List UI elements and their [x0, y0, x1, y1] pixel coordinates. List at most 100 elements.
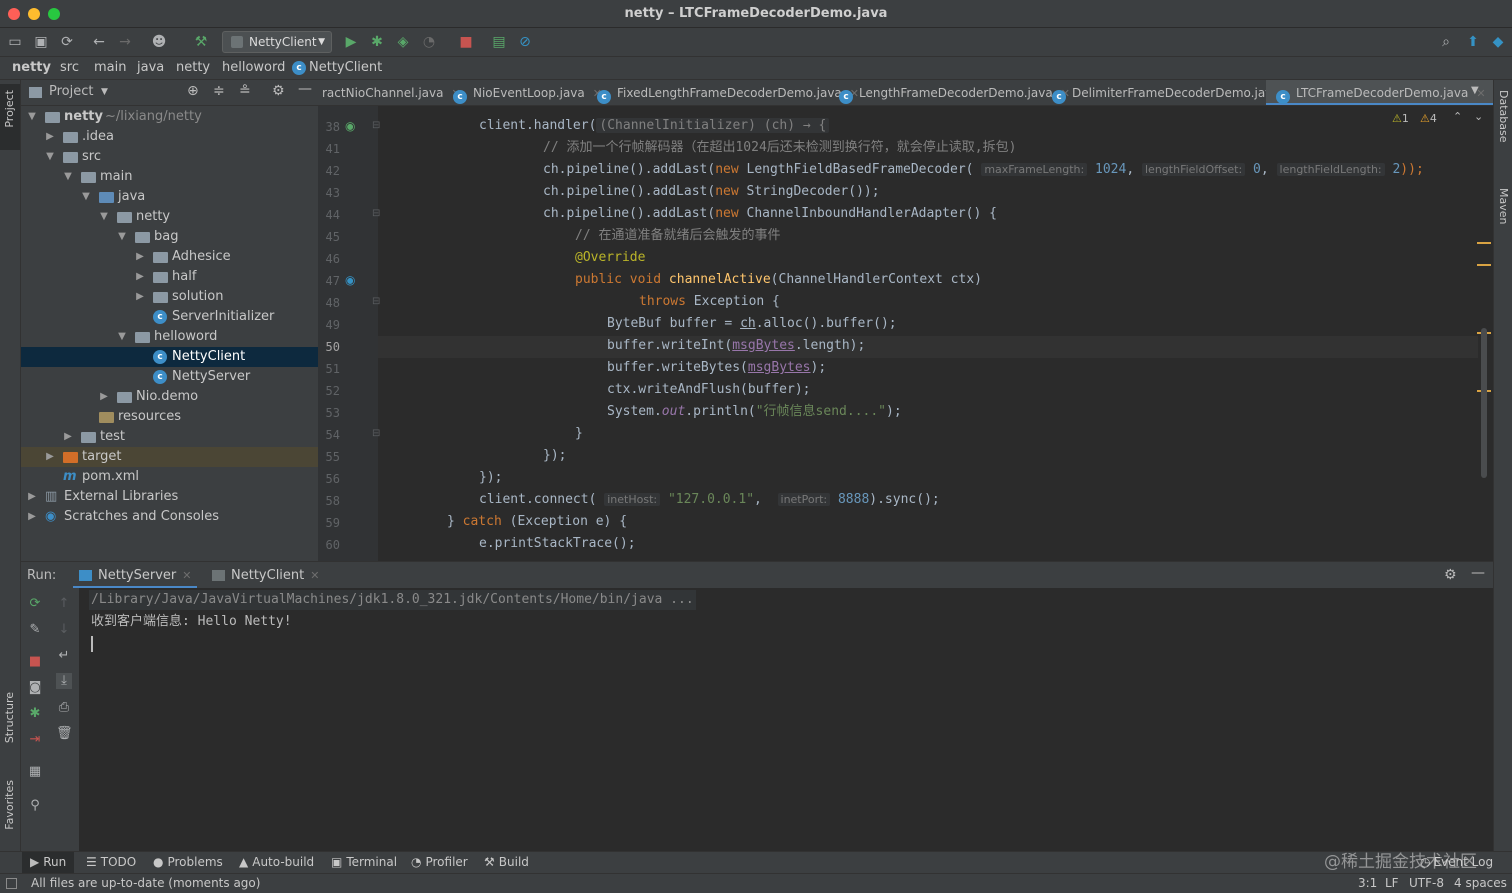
- tree-item-idea[interactable]: ▶ .idea: [21, 127, 318, 147]
- open-folder-icon[interactable]: ▭: [6, 33, 24, 51]
- tree-item-netty-package[interactable]: ▼ netty: [21, 207, 318, 227]
- run-tab-nettyserver[interactable]: NettyServer ✕: [73, 562, 198, 589]
- fold-icon[interactable]: ⊟: [372, 296, 380, 307]
- tree-item-adhesice[interactable]: ▶ Adhesice: [21, 247, 318, 267]
- profile-icon[interactable]: ◔: [420, 33, 438, 51]
- sync-icon[interactable]: ⟳: [58, 33, 76, 51]
- tool-terminal[interactable]: ▣ Terminal: [331, 852, 397, 873]
- fold-icon[interactable]: ⊟: [372, 208, 380, 219]
- chevron-down-icon[interactable]: ⌄: [1474, 110, 1483, 123]
- console-command-line[interactable]: /Library/Java/JavaVirtualMachines/jdk1.8…: [89, 590, 696, 610]
- console-output[interactable]: /Library/Java/JavaVirtualMachines/jdk1.8…: [79, 588, 1493, 851]
- vcs-user-icon[interactable]: ☻: [150, 33, 168, 51]
- favorites-side-label[interactable]: Favorites: [3, 780, 16, 830]
- implementation-marker-icon[interactable]: ◉: [345, 119, 355, 133]
- run-configuration-select[interactable]: NettyClient ▼: [222, 31, 332, 53]
- project-view-select[interactable]: Project: [49, 84, 93, 99]
- tree-item-bag[interactable]: ▼ bag: [21, 227, 318, 247]
- gear-icon[interactable]: ⚙: [272, 83, 285, 99]
- tree-item-external-libraries[interactable]: ▶ ▥ External Libraries: [21, 487, 318, 507]
- tab-abstractniochannel[interactable]: ractNioChannel.java✕: [322, 80, 461, 105]
- tool-problems[interactable]: ● Problems: [153, 852, 223, 873]
- breadcrumb-helloword[interactable]: helloword: [222, 57, 285, 79]
- scroll-to-end-icon[interactable]: ⤓: [56, 673, 72, 689]
- chevron-down-icon[interactable]: ▼: [101, 87, 108, 97]
- error-stripe-mark[interactable]: [1477, 242, 1491, 244]
- build-hammer-icon[interactable]: ⚒: [192, 33, 210, 51]
- locate-target-icon[interactable]: ⊕: [187, 83, 199, 99]
- search-icon[interactable]: ⌕: [1437, 33, 1455, 51]
- tab-delimiterframe[interactable]: cDelimiterFrameDecoderDemo.java✕: [1052, 80, 1297, 105]
- debug-bug-icon[interactable]: ✱: [27, 706, 43, 722]
- tree-item-half[interactable]: ▶ half: [21, 267, 318, 287]
- tree-item-src[interactable]: ▼ src: [21, 147, 318, 167]
- error-stripe-mark[interactable]: [1477, 264, 1491, 266]
- layout-icon[interactable]: ▦: [27, 764, 43, 780]
- activity-monitor-icon[interactable]: ▤: [490, 33, 508, 51]
- stop-icon[interactable]: ■: [27, 654, 43, 670]
- close-icon[interactable]: ✕: [310, 569, 319, 582]
- camera-icon[interactable]: ◙: [27, 680, 43, 696]
- close-icon[interactable]: ✕: [182, 569, 191, 582]
- forward-arrow-icon[interactable]: →: [116, 33, 134, 51]
- warning-indicator[interactable]: ⚠4: [1420, 112, 1437, 125]
- tree-item-resources[interactable]: resources: [21, 407, 318, 427]
- tree-item-netty-root[interactable]: ▼ netty ~/lixiang/netty: [21, 107, 318, 127]
- update-icon[interactable]: ⬆: [1464, 33, 1482, 51]
- arrow-down-icon[interactable]: ↓: [56, 622, 72, 638]
- file-encoding[interactable]: UTF-8: [1409, 874, 1444, 893]
- breadcrumb-netty-pkg[interactable]: netty: [176, 57, 210, 79]
- tab-nioeventloop[interactable]: cNioEventLoop.java✕: [453, 80, 602, 105]
- database-side-label[interactable]: Database: [1497, 90, 1510, 143]
- maven-side-label[interactable]: Maven: [1497, 188, 1510, 224]
- breadcrumb-nettyclient[interactable]: NettyClient: [309, 57, 382, 79]
- expand-all-icon[interactable]: ≑: [213, 83, 225, 99]
- power-save-icon[interactable]: ⊘: [516, 33, 534, 51]
- tab-fixedlength[interactable]: c FixedLengthFrameDecoderDemo.java ✕: [597, 80, 859, 105]
- tab-lengthframe[interactable]: cLengthFrameDecoderDemo.java✕: [839, 80, 1070, 105]
- collapse-all-icon[interactable]: ≗: [239, 83, 251, 99]
- soft-wrap-icon[interactable]: ↵: [56, 648, 72, 664]
- hide-panel-icon[interactable]: —: [298, 81, 312, 97]
- tree-item-pom[interactable]: m pom.xml: [21, 467, 318, 487]
- tree-item-serverinitializer[interactable]: c ServerInitializer: [21, 307, 318, 327]
- code-editor[interactable]: 38 41 42 43 44 45 46 47 48 49 50 51 52 5…: [318, 106, 1493, 561]
- run-tab-nettyclient[interactable]: NettyClient ✕: [206, 562, 325, 589]
- toolbox-icon[interactable]: ◆: [1489, 33, 1507, 51]
- debug-bug-icon[interactable]: ✱: [368, 33, 386, 51]
- wrench-icon[interactable]: ✎: [27, 622, 43, 638]
- breadcrumb-src[interactable]: src: [60, 57, 79, 79]
- tree-item-test[interactable]: ▶ test: [21, 427, 318, 447]
- tool-build[interactable]: ⚒ Build: [484, 852, 529, 873]
- breadcrumb-netty[interactable]: netty: [12, 57, 51, 79]
- hide-panel-icon[interactable]: —: [1471, 565, 1485, 581]
- tool-auto-build[interactable]: ▲ Auto-build: [239, 852, 314, 873]
- breadcrumb-java[interactable]: java: [137, 57, 164, 79]
- caret-position[interactable]: 3:1: [1358, 874, 1377, 893]
- tool-run[interactable]: ▶ Run: [22, 852, 75, 873]
- tree-item-main[interactable]: ▼ main: [21, 167, 318, 187]
- arrow-up-icon[interactable]: ↑: [56, 596, 72, 612]
- tree-item-java[interactable]: ▼ java: [21, 187, 318, 207]
- rerun-icon[interactable]: ⟳: [27, 596, 43, 612]
- tab-ltcframe[interactable]: c LTCFrameDecoderDemo.java ✕: [1266, 80, 1493, 105]
- fold-icon[interactable]: ⊟: [372, 428, 380, 439]
- tree-item-solution[interactable]: ▶ solution: [21, 287, 318, 307]
- coverage-icon[interactable]: ◈: [394, 33, 412, 51]
- tree-item-target[interactable]: ▶ target: [21, 447, 318, 467]
- print-icon[interactable]: ⎙: [56, 700, 72, 716]
- tree-item-nettyclient[interactable]: c NettyClient: [21, 347, 318, 367]
- override-marker-icon[interactable]: ◉: [345, 273, 355, 287]
- vertical-scrollbar[interactable]: [1481, 328, 1487, 478]
- tree-item-nettyserver[interactable]: c NettyServer: [21, 367, 318, 387]
- tree-item-helloword[interactable]: ▼ helloword: [21, 327, 318, 347]
- fold-icon[interactable]: ⊟: [372, 120, 380, 131]
- toggle-tool-windows-icon[interactable]: [6, 878, 17, 889]
- indent-setting[interactable]: 4 spaces: [1454, 874, 1507, 893]
- chevron-down-icon[interactable]: ▼: [1471, 85, 1479, 96]
- line-separator[interactable]: LF: [1385, 874, 1399, 893]
- stop-icon[interactable]: ■: [457, 33, 475, 51]
- tree-item-scratches[interactable]: ▶ ◉ Scratches and Consoles: [21, 507, 318, 527]
- chevron-up-icon[interactable]: ⌃: [1453, 110, 1462, 123]
- save-icon[interactable]: ▣: [32, 33, 50, 51]
